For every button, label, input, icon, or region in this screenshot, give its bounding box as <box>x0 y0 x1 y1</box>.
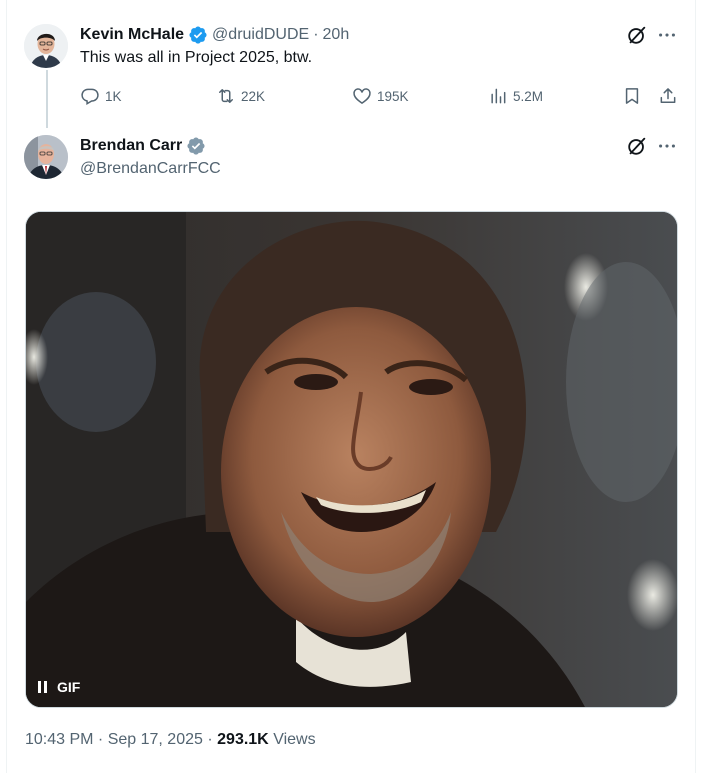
gif-label: GIF <box>57 679 81 695</box>
reply-count: 1K <box>105 88 122 104</box>
author-name[interactable]: Brendan Carr <box>80 137 182 155</box>
gif-frame-image <box>26 212 677 707</box>
views-count: 293.1K <box>217 731 269 748</box>
retweet-button[interactable]: 22K <box>216 86 265 106</box>
thread-connector-line <box>46 70 48 128</box>
views-icon <box>491 88 506 104</box>
share-button[interactable] <box>658 86 678 106</box>
tweet-meta: 10:43 PM · Sep 17, 2025 · 293.1K Views <box>25 731 316 749</box>
main-tweet-header: Brendan Carr <box>80 136 206 156</box>
gif-badge[interactable]: GIF <box>38 679 80 695</box>
author-handle[interactable]: @druidDUDE <box>212 26 309 44</box>
grok-icon[interactable] <box>626 135 648 157</box>
like-icon <box>353 88 371 104</box>
retweet-count: 22K <box>241 88 266 104</box>
more-icon[interactable] <box>656 24 678 46</box>
grok-icon[interactable] <box>626 24 648 46</box>
reply-button[interactable]: 1K <box>80 86 122 106</box>
views-count: 5.2M <box>513 88 544 104</box>
separator-dot: · <box>207 731 213 748</box>
tweet-actions: 1K 22K 195K 5.2M <box>80 86 680 108</box>
avatar-kevin[interactable] <box>24 24 68 68</box>
like-count: 195K <box>377 88 409 104</box>
bookmark-icon <box>625 88 639 104</box>
author-name[interactable]: Kevin McHale <box>80 26 184 44</box>
pause-icon[interactable] <box>38 681 47 693</box>
tweet-timestamp[interactable]: 10:43 PM · Sep 17, 2025 <box>25 731 203 748</box>
tweet-time[interactable]: 20h <box>323 26 350 44</box>
views-label: Views <box>273 731 316 748</box>
separator-dot: · <box>313 26 319 43</box>
views-button[interactable]: 5.2M <box>488 86 543 106</box>
author-handle[interactable]: @BrendanCarrFCC <box>80 160 221 178</box>
government-verified-badge-icon[interactable] <box>186 136 206 156</box>
tweet-text: This was all in Project 2025, btw. <box>80 49 313 66</box>
verified-badge-icon[interactable] <box>188 25 208 45</box>
retweet-icon <box>219 89 233 103</box>
reply-tweet-header: Kevin McHale @druidDUDE · 20h <box>80 24 349 46</box>
like-button[interactable]: 195K <box>352 86 409 106</box>
bookmark-button[interactable] <box>622 86 642 106</box>
gif-media[interactable]: GIF <box>25 211 678 708</box>
reply-icon <box>81 88 99 105</box>
share-icon <box>660 88 676 103</box>
more-icon[interactable] <box>656 135 678 157</box>
avatar-brendan[interactable] <box>24 135 68 179</box>
